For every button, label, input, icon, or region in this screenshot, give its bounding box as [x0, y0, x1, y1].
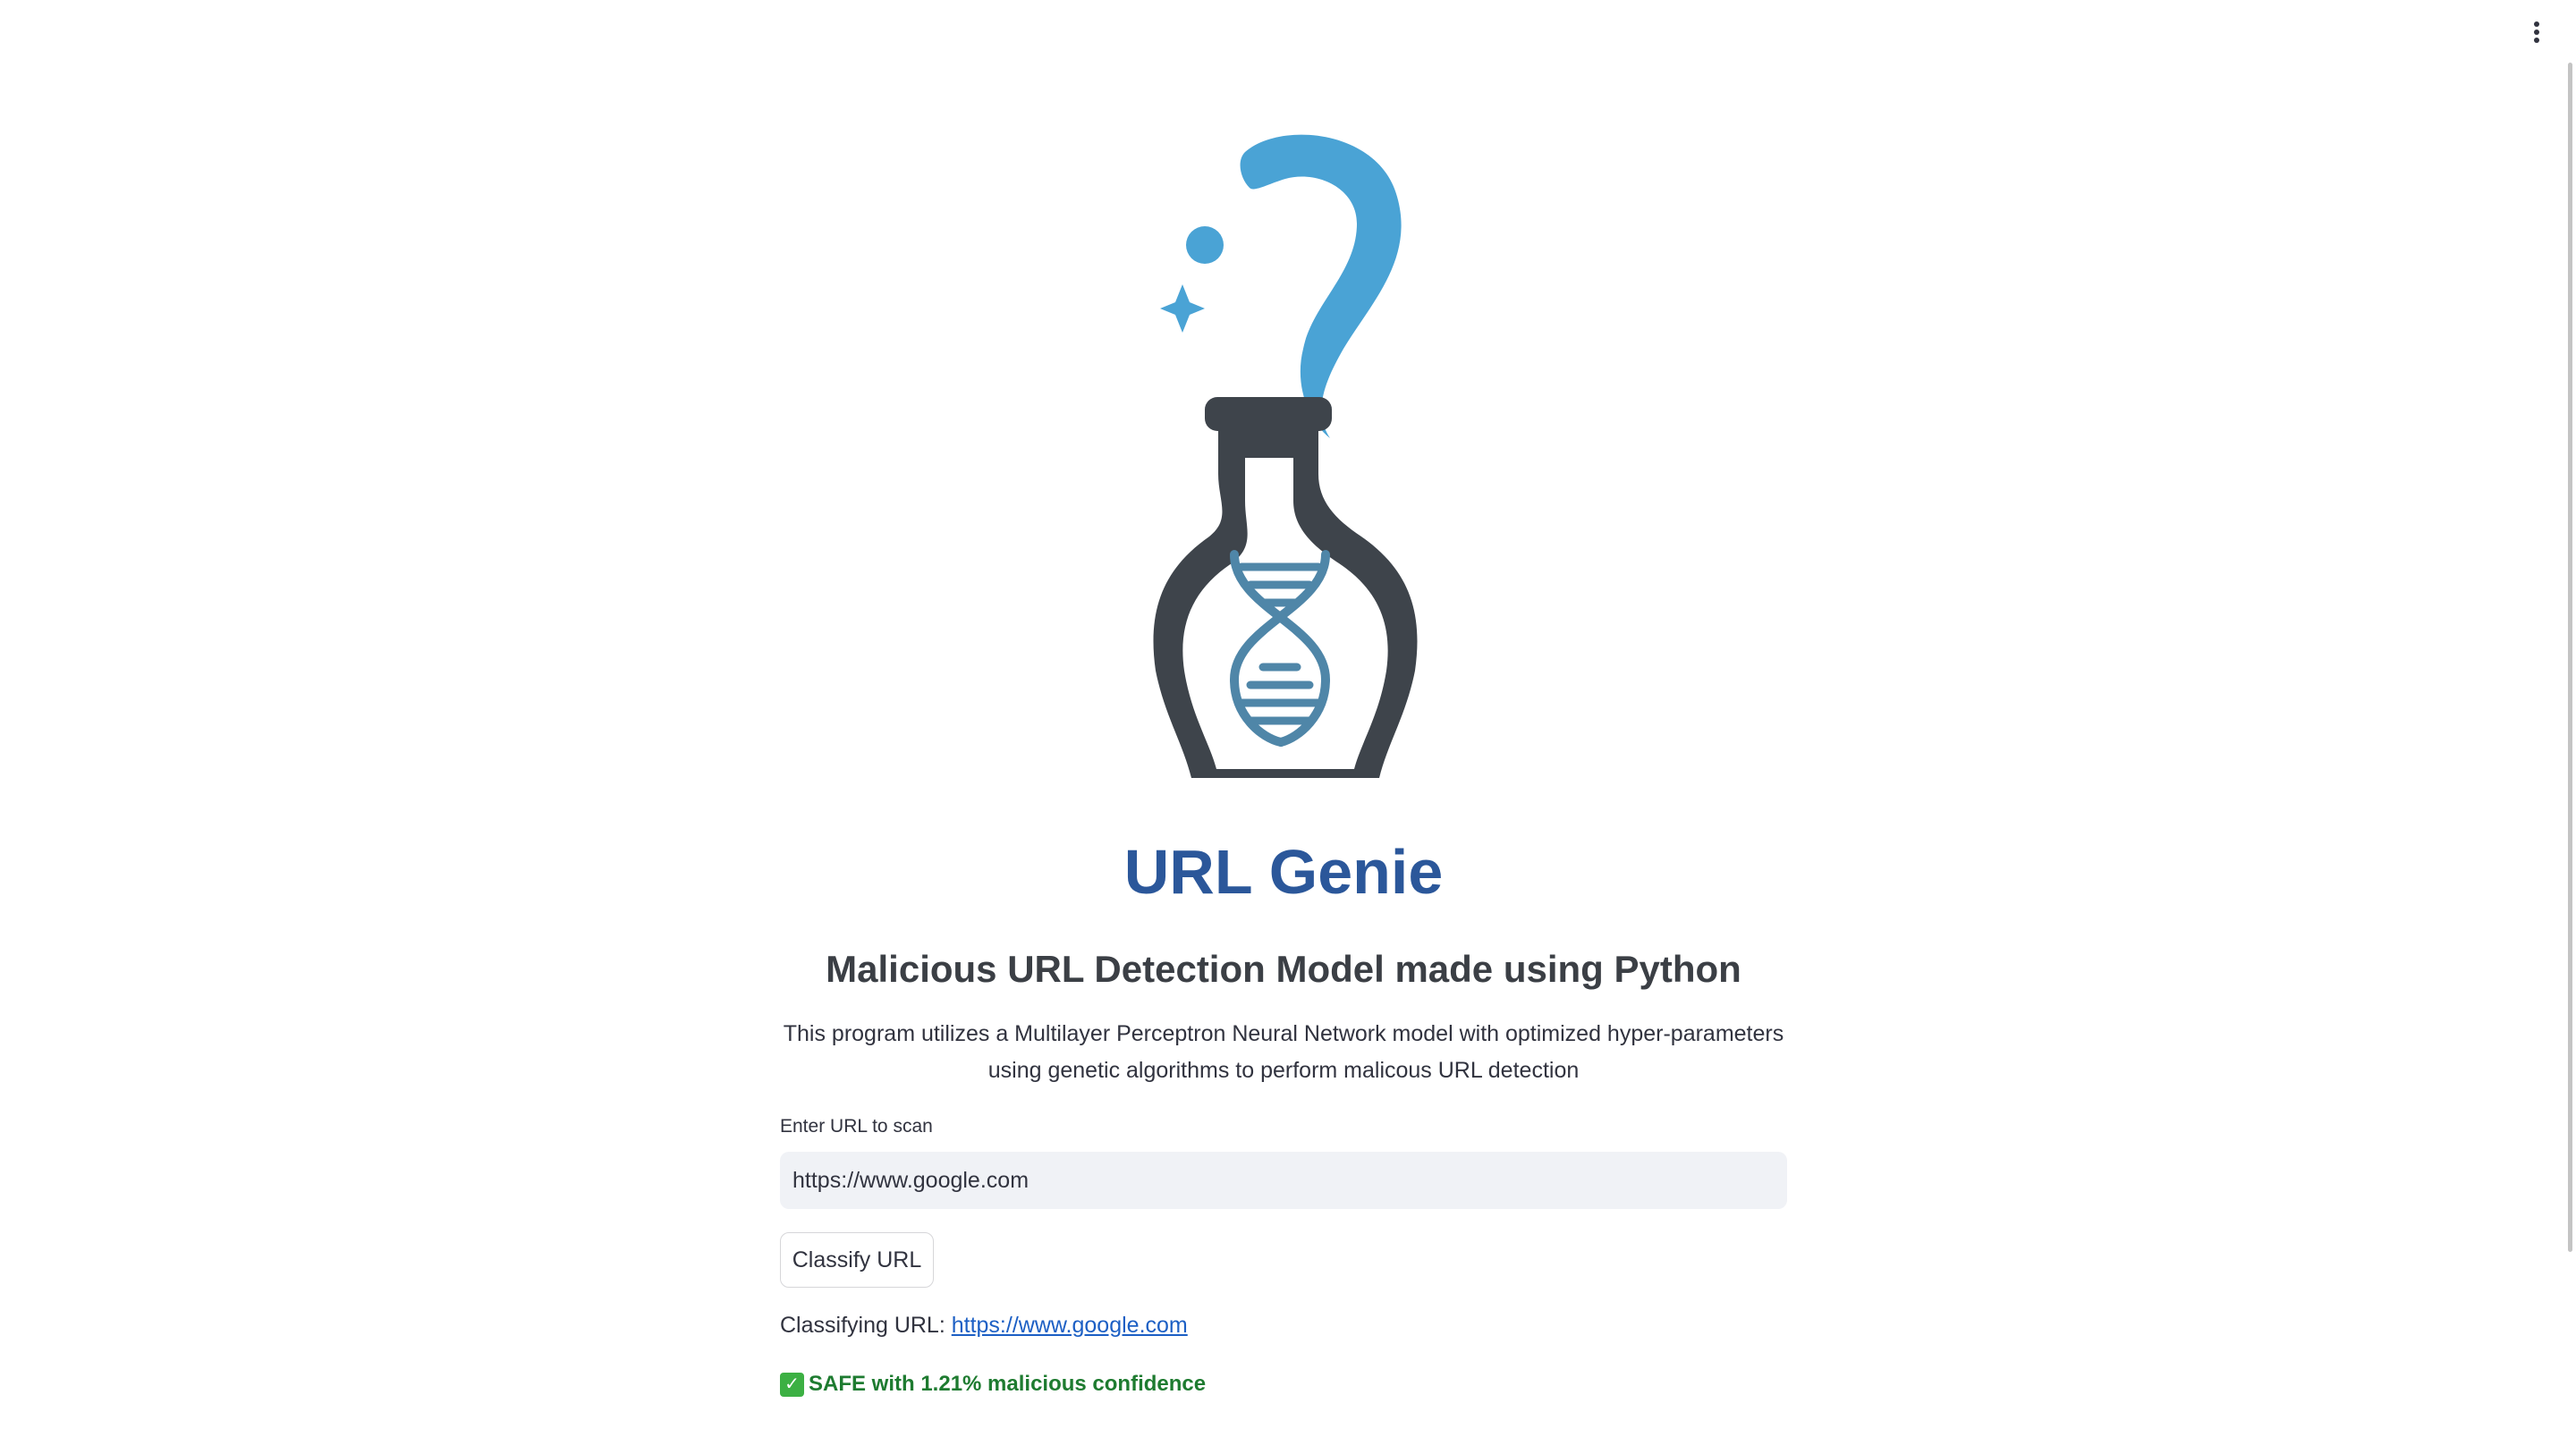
classifying-url-line: Classifying URL: https://www.google.com	[780, 1313, 1188, 1339]
classify-url-button[interactable]: Classify URL	[780, 1232, 934, 1288]
classified-url-link[interactable]: https://www.google.com	[952, 1313, 1188, 1338]
page-scrollbar[interactable]	[2568, 63, 2572, 1252]
vertical-ellipsis-icon	[2534, 21, 2539, 43]
app-title: URL Genie	[1123, 837, 1444, 907]
app-page: URL Genie Malicious URL Detection Model …	[0, 0, 2576, 1454]
classifying-label: Classifying URL:	[780, 1313, 945, 1338]
url-input[interactable]	[780, 1152, 1787, 1209]
app-description: This program utilizes a Multilayer Perce…	[783, 1021, 1784, 1083]
check-mark-icon: ✓	[780, 1372, 804, 1397]
result-status-text: SAFE with 1.21% malicious confidence	[809, 1372, 1207, 1396]
classification-result: ✓ SAFE with 1.21% malicious confidence	[780, 1372, 1206, 1397]
main-menu-button[interactable]	[2521, 16, 2553, 48]
genie-bottle-dna-icon	[1153, 134, 1418, 778]
page-subtitle: Malicious URL Detection Model made using…	[826, 948, 1741, 990]
url-input-label: Enter URL to scan	[780, 1116, 933, 1137]
